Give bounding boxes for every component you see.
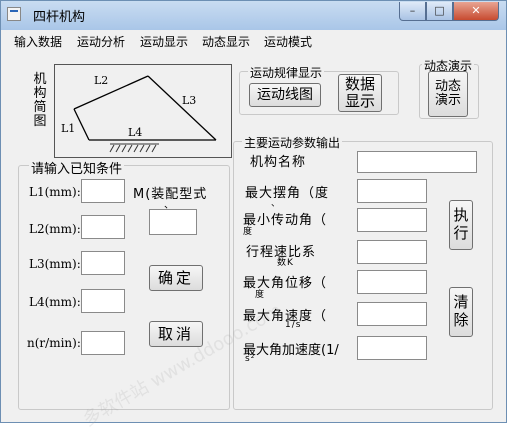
l3-label: L3(mm): [29,257,81,271]
min-transmission-angle-unit: 度 [243,227,254,237]
max-swing-angle-label: 最大摆角（度 [245,186,330,201]
input-group-title: 请输入已知条件 [29,158,125,177]
n-input[interactable] [81,331,125,355]
l2-input[interactable] [81,215,125,239]
max-swing-angle-output [357,179,427,203]
l3-input[interactable] [81,251,125,275]
window-title: 四杆机构 [33,10,86,25]
max-angular-displacement-output [357,270,427,294]
label-l4: L4 [128,126,142,139]
minimize-button[interactable]: – [399,2,426,21]
label-l1: L1 [61,122,75,135]
data-display-button[interactable]: 数据 显示 [338,74,382,112]
stroke-ratio-unit: 数K [277,258,294,268]
l1-input[interactable] [81,179,125,203]
max-angular-acceleration-unit: s² [245,354,256,364]
max-angular-acceleration-label: 最大角加速度(1/ [243,343,339,358]
execute-button[interactable]: 执 行 [449,200,473,250]
output-group-title: 主要运动参数输出 [242,134,343,151]
menu-dynamic-display[interactable]: 动态显示 [202,33,250,50]
max-angular-displacement-unit: 度 [255,290,266,300]
close-button[interactable]: ✕ [453,2,499,21]
mechanism-diagram: L2 L3 L1 L4 [54,64,232,158]
max-swing-angle-unit: 、 [271,199,282,209]
menu-motion-mode[interactable]: 运动模式 [264,33,312,50]
max-angular-acceleration-output [357,336,427,360]
motion-line-chart-button[interactable]: 运动线图 [249,83,321,107]
app-window: 四杆机构 – □ ✕ 输入数据 运动分析 运动显示 动态显示 运动模式 机构简图 [0,0,507,431]
confirm-button[interactable]: 确定 [149,265,203,291]
min-transmission-angle-output [357,208,427,232]
min-transmission-angle-label: 最小传动角（ [243,213,328,228]
menu-bar: 输入数据 运动分析 运动显示 动态显示 运动模式 [2,30,505,51]
mode-input[interactable] [149,209,197,235]
label-l2: L2 [94,74,108,87]
app-icon [7,7,21,21]
l2-label: L2(mm): [29,222,81,236]
client-area: 机构简图 L2 L3 L1 L4 运动规律显示 运动线图 数据 显示 动态演示 … [9,51,499,431]
mechanism-name-label: 机构名称 [250,155,307,170]
label-l3: L3 [182,94,196,107]
l4-input[interactable] [81,289,125,313]
l1-label: L1(mm): [29,185,81,199]
dynamic-demo-button[interactable]: 动态 演示 [428,71,468,117]
cancel-button[interactable]: 取消 [149,321,203,347]
menu-motion-analysis[interactable]: 运动分析 [77,33,125,50]
menu-motion-display[interactable]: 运动显示 [140,33,188,50]
menu-input-data[interactable]: 输入数据 [14,33,62,50]
maximize-button[interactable]: □ [426,2,453,21]
motion-display-title: 运动规律显示 [248,64,325,81]
title-bar[interactable]: 四杆机构 – □ ✕ [1,1,506,30]
max-angular-velocity-output [357,302,427,326]
n-label: n(r/min): [27,336,81,350]
mechanism-name-output [357,151,477,173]
stroke-ratio-output [357,240,427,264]
l4-label: L4(mm): [29,295,81,309]
clear-button[interactable]: 清 除 [449,287,473,337]
diagram-side-label: 机构简图 [33,72,47,129]
max-angular-velocity-unit: 1/s [285,320,302,330]
